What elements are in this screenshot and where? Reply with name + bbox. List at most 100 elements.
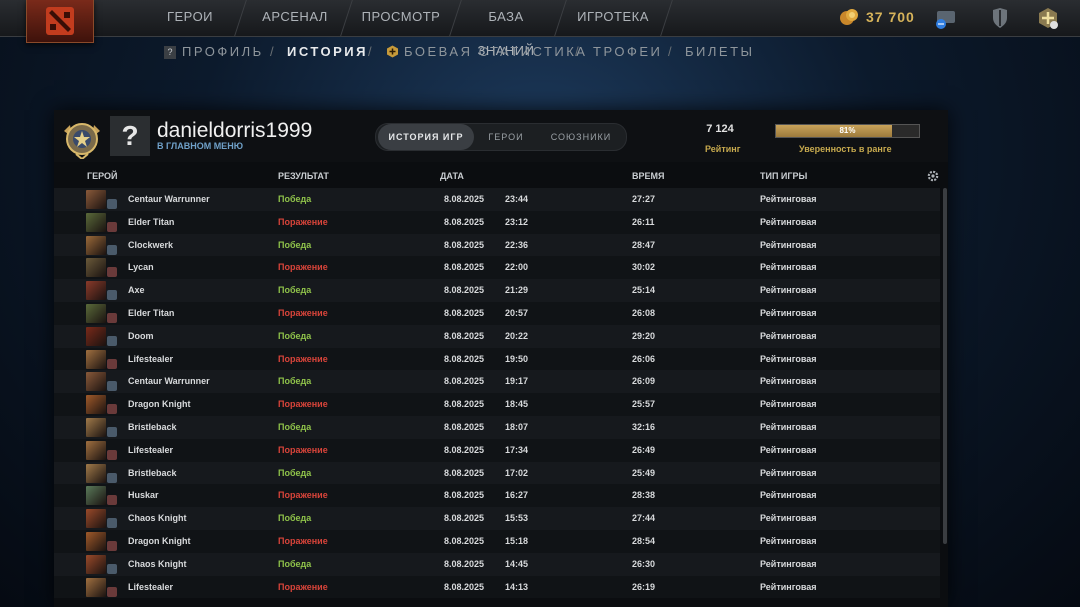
nav-watch[interactable]: ПРОСМОТР (356, 0, 446, 36)
game-type: Рейтинговая (760, 194, 817, 204)
gold-balance[interactable]: 37 700 (838, 5, 915, 29)
subnav-trophies[interactable]: ТРОФЕИ (593, 44, 662, 59)
match-duration: 29:20 (632, 330, 656, 341)
match-duration: 26:19 (632, 581, 656, 592)
hero-portrait (86, 486, 106, 506)
column-header-game-type[interactable]: ТИП ИГРЫ (760, 171, 807, 181)
hero-name: Huskar (128, 490, 159, 501)
match-duration: 26:11 (632, 216, 655, 227)
match-date: 8.08.2025 (444, 376, 485, 387)
match-date: 8.08.2025 (444, 535, 485, 546)
avatar[interactable]: ? (110, 116, 150, 156)
rating-value: 7 124 (706, 123, 734, 135)
column-header-date[interactable]: ДАТА (440, 171, 464, 181)
hero-name: Lycan (128, 262, 154, 273)
match-row[interactable]: Elder Titan Поражение 8.08.2025 20:57 26:08 Р… (54, 301, 940, 325)
match-result: Победа (278, 330, 312, 341)
match-row[interactable]: Lifestealer Поражение 8.08.2025 19:50 26:06 Р… (54, 347, 940, 371)
role-icon (107, 267, 117, 278)
hero-portrait (86, 440, 106, 460)
match-row[interactable]: Lifestealer Поражение 8.08.2025 17:34 26:49 Р… (54, 438, 940, 462)
nav-arcade[interactable]: ИГРОТЕКА (570, 0, 656, 36)
tab-allies[interactable]: СОЮЗНИКИ (538, 124, 624, 150)
match-row[interactable]: Lycan Поражение 8.08.2025 22:00 30:02 Рейтинг… (54, 256, 940, 280)
match-row[interactable]: Axe Победа 8.08.2025 21:29 25:14 Рейтинговая (54, 279, 940, 302)
hero-name: Lifestealer (128, 444, 174, 455)
dota-logo-button[interactable] (26, 0, 94, 43)
role-icon (107, 586, 117, 597)
scrollbar[interactable] (943, 188, 947, 544)
subnav-profile-label: ПРОФИЛЬ (182, 44, 264, 59)
match-row[interactable]: Bristleback Победа 8.08.2025 18:07 32:16 Рейт… (54, 415, 940, 439)
nav-heroes[interactable]: ГЕРОИ (150, 0, 230, 36)
match-duration: 26:08 (632, 307, 656, 318)
match-row[interactable]: Centaur Warrunner Победа 8.08.2025 19:17 26:… (54, 370, 940, 394)
hero-name: Bristleback (128, 421, 177, 432)
hero-name: Clockwerk (128, 239, 174, 250)
role-icon (107, 426, 117, 437)
column-header-result[interactable]: РЕЗУЛЬТАТ (278, 171, 329, 181)
match-duration: 27:44 (632, 513, 656, 524)
match-date: 8.08.2025 (444, 194, 485, 204)
match-result: Победа (278, 513, 312, 524)
nav-separator (234, 0, 247, 36)
player-status: В ГЛАВНОМ МЕНЮ (157, 141, 243, 151)
gear-icon[interactable] (926, 169, 940, 183)
chat-icon[interactable] (934, 6, 958, 30)
rank-medal-icon[interactable] (60, 117, 104, 159)
hero-portrait (86, 212, 106, 232)
hero-portrait (86, 235, 106, 255)
nav-armory[interactable]: АРСЕНАЛ (252, 0, 338, 36)
match-row[interactable]: Clockwerk Победа 8.08.2025 22:36 28:47 Рейтин… (54, 233, 940, 257)
role-icon (107, 221, 117, 232)
column-header-hero[interactable]: ГЕРОЙ (87, 171, 117, 181)
hero-name: Dragon Knight (128, 535, 191, 546)
match-row[interactable]: Dragon Knight Поражение 8.08.2025 18:45 25:5… (54, 393, 940, 416)
nav-separator (340, 0, 353, 36)
role-icon (107, 199, 117, 209)
hero-portrait (86, 395, 106, 415)
hero-name: Doom (128, 330, 154, 341)
shield-icon[interactable] (988, 6, 1012, 30)
hero-portrait (86, 463, 106, 483)
match-time: 22:00 (505, 262, 529, 273)
role-icon (107, 290, 117, 301)
hero-name: Axe (128, 285, 145, 296)
role-icon (107, 495, 117, 506)
match-time: 18:45 (505, 399, 529, 410)
subnav-battle-stats[interactable]: БОЕВАЯ СТАТИСТИКА (386, 44, 587, 59)
dota-plus-icon[interactable] (1036, 6, 1060, 30)
match-duration: 26:30 (632, 558, 656, 569)
subnav-tickets[interactable]: БИЛЕТЫ (685, 44, 755, 59)
match-row[interactable]: Lifestealer Поражение 8.08.2025 14:13 26:19 Р… (54, 575, 940, 599)
match-row[interactable]: Bristleback Победа 8.08.2025 17:02 25:49 Рейт… (54, 461, 940, 485)
match-row[interactable]: Doom Победа 8.08.2025 20:22 29:20 Рейтинговая (54, 324, 940, 348)
match-result: Поражение (278, 399, 328, 410)
match-row[interactable]: Dragon Knight Поражение 8.08.2025 15:18 28:5… (54, 529, 940, 553)
subnav-battle-stats-label: БОЕВАЯ СТАТИСТИКА (404, 44, 588, 59)
gold-amount: 37 700 (866, 9, 915, 25)
nav-learn[interactable]: БАЗА ЗНАНИЙ (460, 0, 552, 58)
tab-match-history[interactable]: ИСТОРИЯ ИГР (378, 124, 474, 150)
hero-portrait (86, 349, 106, 369)
match-row[interactable]: Chaos Knight Победа 8.08.2025 14:45 26:30 Рей… (54, 552, 940, 576)
subnav-history[interactable]: ИСТОРИЯ (287, 44, 368, 59)
hero-name: Chaos Knight (128, 558, 187, 569)
match-result: Победа (278, 467, 312, 478)
match-result: Победа (278, 376, 312, 387)
match-row[interactable]: Elder Titan Поражение 8.08.2025 23:12 26:11 Р… (54, 210, 940, 234)
match-row[interactable]: Huskar Поражение 8.08.2025 16:27 28:38 Рейтин… (54, 484, 940, 508)
column-header-duration[interactable]: ВРЕМЯ (632, 171, 664, 181)
game-type: Рейтинговая (760, 444, 817, 455)
match-time: 17:02 (505, 467, 529, 478)
hero-name: Elder Titan (128, 216, 175, 227)
match-row[interactable]: Centaur Warrunner Победа 8.08.2025 23:44 27:… (54, 188, 940, 211)
match-time: 23:12 (505, 216, 529, 227)
tab-heroes[interactable]: ГЕРОИ (476, 124, 536, 150)
hero-portrait (86, 554, 106, 574)
subnav-profile[interactable]: ? ПРОФИЛЬ (164, 44, 264, 59)
match-date: 8.08.2025 (444, 490, 485, 501)
match-row[interactable]: Chaos Knight Победа 8.08.2025 15:53 27:44 Рей… (54, 507, 940, 530)
match-duration: 28:47 (632, 239, 656, 250)
hero-portrait (86, 509, 106, 529)
